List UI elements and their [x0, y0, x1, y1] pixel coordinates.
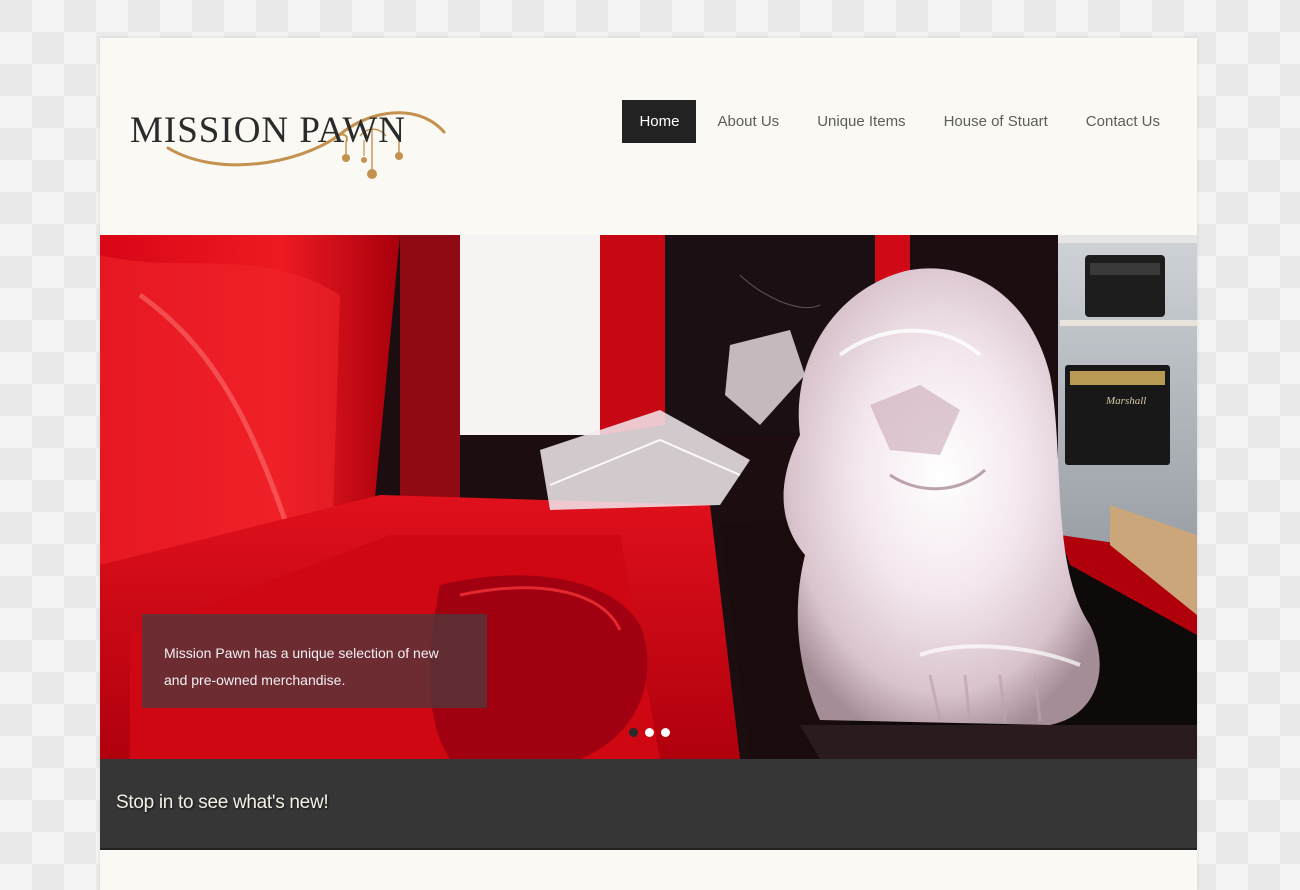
site-header: MISSION PAWN Home About Us Unique Items …: [100, 38, 1197, 235]
logo-text: MISSION PAWN: [130, 110, 406, 151]
slide-dot-2[interactable]: [645, 728, 654, 737]
amp-brand-text: Marshall: [1105, 395, 1146, 407]
banner-text: Stop in to see what's new!: [116, 792, 329, 813]
nav-house-of-stuart[interactable]: House of Stuart: [927, 100, 1065, 143]
nav-home[interactable]: Home: [622, 100, 697, 143]
site-logo[interactable]: MISSION PAWN: [128, 96, 458, 192]
nav-contact-us[interactable]: Contact Us: [1069, 100, 1177, 143]
page-container: MISSION PAWN Home About Us Unique Items …: [100, 38, 1197, 890]
slider-pagination: [629, 728, 677, 737]
nav-about-us[interactable]: About Us: [700, 100, 796, 143]
promo-banner: Stop in to see what's new!: [100, 759, 1197, 850]
slide-dot-3[interactable]: [661, 728, 670, 737]
slide-caption: Mission Pawn has a unique selection of n…: [142, 614, 487, 708]
slide-dot-1[interactable]: [629, 728, 638, 737]
main-nav: Home About Us Unique Items House of Stua…: [618, 100, 1177, 143]
nav-unique-items[interactable]: Unique Items: [800, 100, 922, 143]
hero-slider[interactable]: Marshall Mission Pawn has a unique selec…: [100, 235, 1197, 759]
